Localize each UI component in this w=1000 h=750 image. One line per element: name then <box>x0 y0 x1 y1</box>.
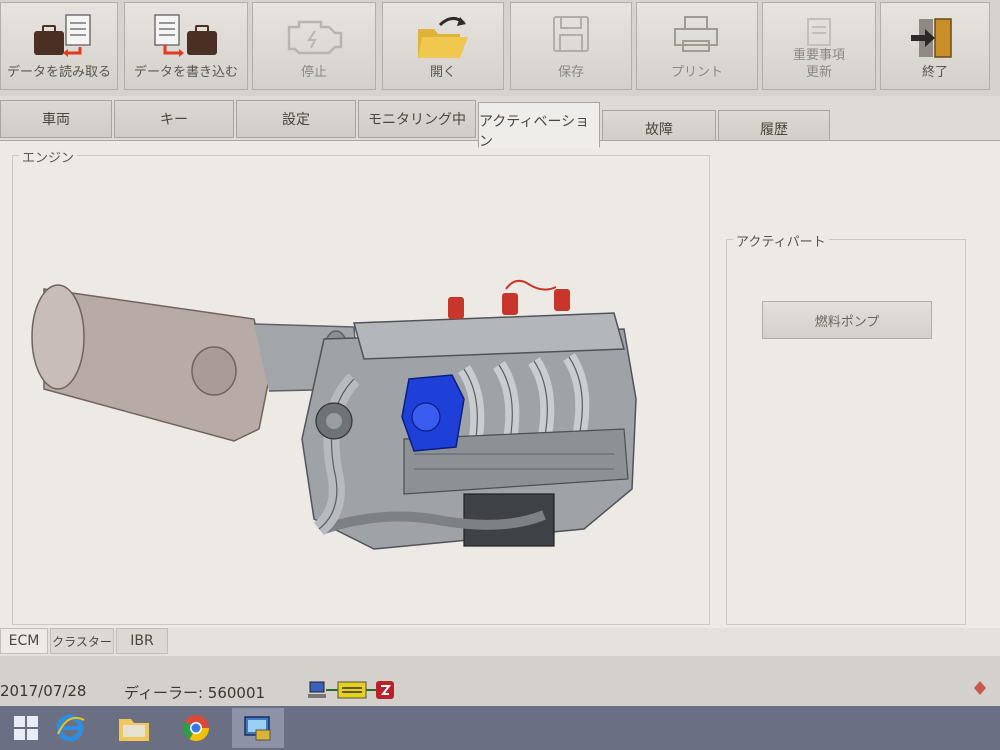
tab-settings[interactable]: 設定 <box>236 100 356 138</box>
engine-group-title: エンジン <box>19 147 78 166</box>
status-date: 2017/07/28 <box>0 682 87 700</box>
briefcase-to-document-icon <box>34 14 91 57</box>
floppy-disk-icon <box>553 16 589 52</box>
document-to-briefcase-icon <box>154 14 217 57</box>
active-parts-group: アクティパート <box>726 231 966 625</box>
read-data-button[interactable]: データを読み取る <box>0 2 118 90</box>
status-dealer: ディーラー: 560001 <box>124 684 266 702</box>
printer-icon <box>674 16 718 52</box>
update-icon <box>807 18 831 46</box>
diagnostic-app-icon <box>244 716 271 741</box>
tab-activation[interactable]: アクティベーション <box>478 102 600 150</box>
connection-status-icon <box>308 681 394 699</box>
tab-cluster[interactable]: クラスター <box>50 628 114 654</box>
windows-taskbar <box>0 706 1000 750</box>
tab-vehicle[interactable]: 車両 <box>0 100 112 138</box>
status-bar: 2017/07/28 ディーラー: 560001 <box>0 656 1000 706</box>
engine-icon <box>287 20 343 55</box>
exit-label: 終了 <box>921 65 948 80</box>
print-label: プリント <box>670 65 723 80</box>
write-data-button[interactable]: データを書き込む <box>124 2 248 90</box>
open-label: 開く <box>429 65 456 80</box>
diagnostic-app-taskbar[interactable] <box>232 708 284 748</box>
tab-ibr[interactable]: IBR <box>116 628 168 654</box>
exit-door-icon <box>911 18 952 58</box>
file-explorer-taskbar[interactable] <box>108 708 160 748</box>
engine-block <box>301 312 637 550</box>
module-tabs: ECM クラスター IBR <box>0 628 1000 656</box>
toolbar: データを読み取る データを書き込む 停止 開く 保存 プリント 重要事項 更新 … <box>0 0 1000 96</box>
print-button[interactable]: プリント <box>636 2 758 90</box>
tab-ecm[interactable]: ECM <box>0 628 48 654</box>
active-parts-title: アクティパート <box>733 231 829 250</box>
internet-explorer-icon <box>56 714 85 742</box>
main-panel: エンジン アクティパート 燃料ポンプ <box>0 140 1000 630</box>
chrome-taskbar[interactable] <box>170 708 222 748</box>
update-button[interactable]: 重要事項 更新 <box>762 2 876 90</box>
stop-button[interactable]: 停止 <box>252 2 376 90</box>
open-button[interactable]: 開く <box>382 2 504 90</box>
save-label: 保存 <box>557 65 584 80</box>
tab-key[interactable]: キー <box>114 100 234 138</box>
read-data-label: データを読み取る <box>6 65 111 80</box>
save-button[interactable]: 保存 <box>510 2 632 90</box>
tab-monitoring[interactable]: モニタリング中 <box>358 100 476 138</box>
windows-logo-icon <box>14 716 38 740</box>
internet-explorer-taskbar[interactable] <box>44 708 96 748</box>
alert-indicator-icon <box>974 681 986 695</box>
folder-icon <box>119 719 149 741</box>
write-data-label: データを書き込む <box>133 65 238 80</box>
chrome-icon <box>182 715 210 742</box>
stop-label: 停止 <box>300 65 327 80</box>
fuel-pump-highlight <box>401 374 465 452</box>
ignition-coils <box>448 279 570 319</box>
exit-button[interactable]: 終了 <box>880 2 990 90</box>
engine-diagram <box>31 279 637 550</box>
open-folder-icon <box>418 17 468 58</box>
fuel-pump-button[interactable]: 燃料ポンプ <box>762 301 932 339</box>
